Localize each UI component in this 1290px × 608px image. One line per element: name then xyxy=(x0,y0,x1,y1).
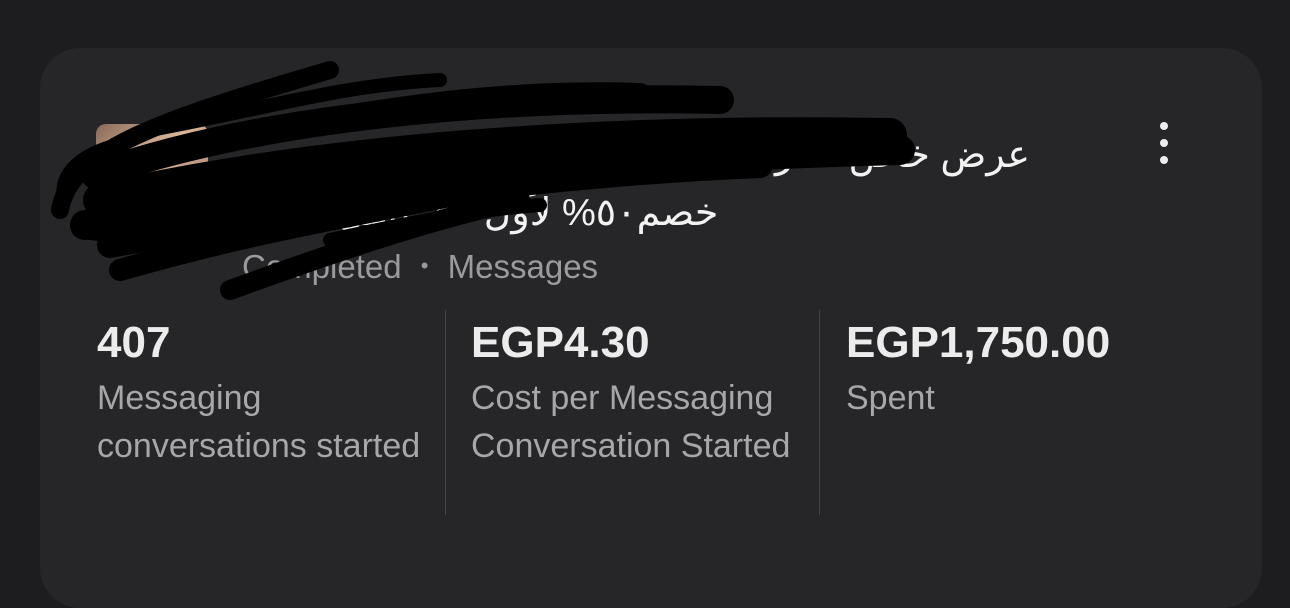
more-vertical-icon-dot xyxy=(1160,156,1168,164)
ad-status: Completed xyxy=(242,248,402,285)
thumbnail-badge-icon xyxy=(188,224,202,238)
metric-value: EGP4.30 xyxy=(471,318,650,367)
metric-conversations[interactable]: 407 Messaging conversations started xyxy=(97,318,427,470)
separator-dot: • xyxy=(420,253,429,278)
metric-divider xyxy=(819,310,820,515)
more-vertical-icon-dot xyxy=(1160,122,1168,130)
ad-title-quote: " xyxy=(240,192,254,234)
ad-title-line-2: خصم٥٠% لأول ٢٠ عميل 💥 " xyxy=(240,190,718,235)
metric-divider xyxy=(445,310,446,515)
ad-status-line: Completed • Messages xyxy=(242,248,598,286)
more-vertical-icon-dot xyxy=(1160,139,1168,147)
metric-spent[interactable]: EGP1,750.00 Spent xyxy=(846,318,1176,422)
ad-title-line-1: عرض خاص لفترة محدودة xyxy=(624,134,1030,176)
metric-value: EGP1,750.00 xyxy=(846,318,1111,367)
metric-cost-per-conversation[interactable]: EGP4.30 Cost per Messaging Conversation … xyxy=(471,318,811,470)
ad-thumbnail[interactable] xyxy=(96,124,208,244)
more-options-button[interactable] xyxy=(1150,122,1178,164)
ad-objective: Messages xyxy=(447,248,599,285)
collision-emoji-icon: 💥 xyxy=(284,195,327,233)
metric-label: Cost per Messaging Conversation Started xyxy=(471,379,791,465)
metric-label: Spent xyxy=(846,379,935,417)
ad-title-text: خصم٥٠% لأول ٢٠ عميل xyxy=(336,192,719,234)
metric-value: 407 xyxy=(97,318,171,367)
metric-label: Messaging conversations started xyxy=(97,379,421,465)
